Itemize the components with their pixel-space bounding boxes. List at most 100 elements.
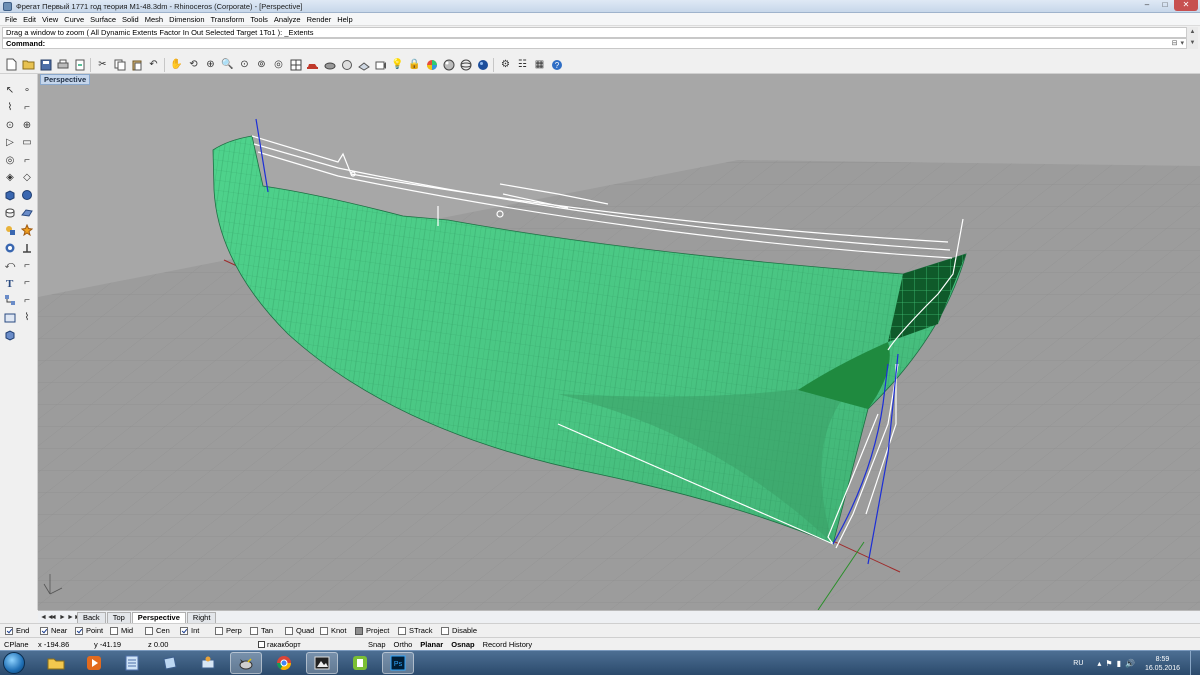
fillet-icon[interactable]: ⌐ xyxy=(19,152,35,168)
arc-rotate-icon[interactable]: ⊕ xyxy=(19,117,35,133)
osnap-end[interactable]: End xyxy=(5,626,37,635)
tab-perspective[interactable]: Perspective xyxy=(131,611,186,623)
polyline-icon[interactable]: ⌇ xyxy=(2,100,18,116)
current-layer[interactable]: гакакборт xyxy=(254,640,364,649)
curve-point-icon[interactable]: ⌐ xyxy=(19,100,35,116)
gumball-icon[interactable] xyxy=(2,292,18,308)
tab-back[interactable]: Back xyxy=(77,611,106,623)
layout-icon[interactable] xyxy=(2,310,18,326)
extrude-icon[interactable] xyxy=(2,205,18,221)
osnap-mid-checkbox[interactable] xyxy=(110,626,118,635)
menu-help[interactable]: Help xyxy=(334,15,355,24)
pan-icon[interactable]: ✋ xyxy=(169,57,184,72)
osnap-project[interactable]: Project xyxy=(355,626,395,635)
notepad-icon[interactable] xyxy=(116,652,148,674)
explode-icon[interactable] xyxy=(19,222,35,238)
media-player-icon[interactable] xyxy=(78,652,110,674)
menu-edit[interactable]: Edit xyxy=(20,15,39,24)
command-prompt[interactable]: Command: xyxy=(2,38,1198,49)
hatch-icon[interactable]: ⌐ xyxy=(19,275,35,291)
command-scrollbar[interactable]: ▲ ▼ xyxy=(1186,27,1198,49)
render-tools-icon[interactable] xyxy=(19,327,35,343)
explorer-icon[interactable] xyxy=(40,652,72,674)
export-icon[interactable] xyxy=(72,57,87,72)
zoom-dynamic-icon[interactable]: 🔍 xyxy=(220,57,235,72)
osnap-point-checkbox[interactable] xyxy=(75,626,83,635)
named-views-icon[interactable] xyxy=(373,57,388,72)
menu-transform[interactable]: Transform xyxy=(208,15,248,24)
osnap-perp[interactable]: Perp xyxy=(215,626,247,635)
first-viewport-icon[interactable]: ◄◄ xyxy=(40,614,54,621)
car-object-icon[interactable] xyxy=(305,57,320,72)
clock[interactable]: 8:59 16.05.2016 xyxy=(1145,655,1180,673)
zoom-extents-icon[interactable]: ⊙ xyxy=(237,57,252,72)
polygon-icon[interactable]: ▷ xyxy=(2,135,18,151)
start-button[interactable] xyxy=(3,652,25,674)
open-file-icon[interactable] xyxy=(21,57,36,72)
osnap-int[interactable]: Int xyxy=(180,626,212,635)
sticky-notes-icon[interactable] xyxy=(154,652,186,674)
point-icon[interactable]: ∘ xyxy=(19,82,35,98)
osnap-mid[interactable]: Mid xyxy=(110,626,142,635)
new-file-icon[interactable] xyxy=(4,57,19,72)
drafting-icon[interactable]: ⌇ xyxy=(19,310,35,326)
osnap-tan-checkbox[interactable] xyxy=(250,626,258,635)
viewport-title[interactable]: Perspective xyxy=(40,74,91,85)
circle-icon[interactable]: ⊙ xyxy=(2,117,18,133)
osnap-toggle[interactable]: Osnap xyxy=(447,640,478,649)
tab-right[interactable]: Right xyxy=(186,611,217,623)
planar-toggle[interactable]: Planar xyxy=(416,640,447,649)
undo-icon[interactable]: ↶ xyxy=(146,57,161,72)
files-icon[interactable] xyxy=(192,652,224,674)
rhino-icon[interactable] xyxy=(230,652,262,674)
curve-from-object-icon[interactable]: T xyxy=(2,275,18,291)
color-wheel-icon[interactable] xyxy=(424,57,439,72)
command-list-icon[interactable]: ⊟ xyxy=(1172,39,1178,47)
zoom-selected-icon[interactable]: ⊚ xyxy=(254,57,269,72)
cut-icon[interactable]: ✂ xyxy=(95,57,110,72)
close-button[interactable]: ✕ xyxy=(1174,0,1198,11)
sphere-icon[interactable] xyxy=(458,57,473,72)
prev-viewport-icon[interactable]: ◄ xyxy=(49,614,58,621)
next-viewport-icon[interactable]: ► xyxy=(58,614,67,621)
osnap-cen[interactable]: Cen xyxy=(145,626,177,635)
save-file-icon[interactable] xyxy=(38,57,53,72)
tab-top[interactable]: Top xyxy=(106,611,131,623)
osnap-quad-checkbox[interactable] xyxy=(285,626,293,635)
menu-curve[interactable]: Curve xyxy=(61,15,87,24)
show-desktop-button[interactable] xyxy=(1190,651,1200,675)
rotate-view-icon[interactable]: ⟲ xyxy=(186,57,201,72)
osnap-project-checkbox[interactable] xyxy=(355,626,363,635)
solid-sphere-icon[interactable] xyxy=(19,187,35,203)
osnap-strack[interactable]: STrack xyxy=(398,626,438,635)
material-icon[interactable] xyxy=(441,57,456,72)
surface-box-icon[interactable]: ◈ xyxy=(2,170,18,186)
print-icon[interactable] xyxy=(55,57,70,72)
select-arrow-icon[interactable]: ↖ xyxy=(2,82,18,98)
photoshop-icon[interactable]: Ps xyxy=(382,652,414,674)
menu-view[interactable]: View xyxy=(39,15,61,24)
record-history-toggle[interactable]: Record History xyxy=(479,640,537,649)
solid-box-icon[interactable] xyxy=(2,187,18,203)
ortho-toggle[interactable]: Ortho xyxy=(390,640,417,649)
screenshot-icon[interactable] xyxy=(306,652,338,674)
osnap-knot-checkbox[interactable] xyxy=(320,626,328,635)
osnap-tan[interactable]: Tan xyxy=(250,626,282,635)
osnap-perp-checkbox[interactable] xyxy=(215,626,223,635)
dimension-icon[interactable]: ⤺ xyxy=(2,257,18,273)
menu-file[interactable]: File xyxy=(2,15,20,24)
mesh-tools-icon[interactable] xyxy=(2,327,18,343)
snap-toggle[interactable]: Snap xyxy=(364,640,390,649)
zoom-all-icon[interactable]: ◎ xyxy=(271,57,286,72)
render-preview-icon[interactable] xyxy=(339,57,354,72)
osnap-knot[interactable]: Knot xyxy=(320,626,352,635)
osnap-disable[interactable]: Disable xyxy=(441,626,481,635)
four-viewports-icon[interactable] xyxy=(288,57,303,72)
command-dropdown-icon[interactable]: ▾ xyxy=(1180,39,1184,47)
light-bulb-icon[interactable]: 💡 xyxy=(390,57,405,72)
offset-icon[interactable]: ⌐ xyxy=(19,292,35,308)
flag-icon[interactable]: ⚑ xyxy=(1105,659,1112,668)
settings-icon[interactable]: ⚙ xyxy=(498,57,513,72)
zoom-window-icon[interactable]: ⊕ xyxy=(203,57,218,72)
cplane-label[interactable]: CPlane xyxy=(0,640,34,649)
